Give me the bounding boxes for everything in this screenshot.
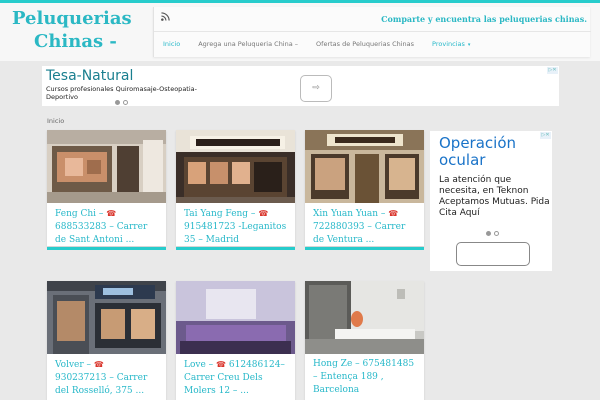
rss-icon[interactable] — [161, 12, 175, 26]
salon-title[interactable]: Xin Yuan Yuan – ☎ 722880393 – Carrer de … — [305, 203, 424, 247]
menu-item-inicio[interactable]: Inicio — [154, 32, 189, 57]
salon-name[interactable]: Love – — [184, 360, 213, 370]
menu-item-agrega[interactable]: Agrega una Peluqueria China – — [189, 32, 307, 57]
salon-photo[interactable] — [176, 130, 295, 203]
salon-name[interactable]: Hong Ze – — [313, 359, 360, 369]
salon-title[interactable]: Hong Ze – 675481485 – Entença 189 , Barc… — [305, 354, 424, 397]
salon-photo[interactable] — [47, 130, 166, 203]
main-menu: Inicio Agrega una Peluqueria China – Ofe… — [154, 32, 591, 57]
menu-item-provincias-label: Provincias — [432, 40, 465, 48]
salon-name[interactable]: Volver – — [55, 360, 91, 370]
breadcrumb[interactable]: Inicio — [47, 117, 64, 125]
phone-icon: ☎ — [388, 209, 399, 218]
phone-icon: ☎ — [216, 360, 227, 369]
nav-box: Comparte y encuentra las peluquerias chi… — [153, 7, 591, 57]
salon-card[interactable]: Love – ☎ 612486124– Carrer Creu Dels Mol… — [176, 281, 295, 400]
salon-details[interactable]: 915481723 -Leganitos 35 – Madrid — [184, 222, 286, 245]
salon-title[interactable]: Love – ☎ 612486124– Carrer Creu Dels Mol… — [176, 354, 295, 398]
card-accent-line — [176, 247, 295, 250]
phone-icon: ☎ — [93, 360, 104, 369]
salon-details[interactable]: 930237213 – Carrer del Rosselló, 375 ... — [55, 373, 147, 396]
ad-side-title[interactable]: Operación ocular — [439, 135, 551, 169]
salon-card[interactable]: Feng Chi – ☎ 688533283 – Carrer de Sant … — [47, 130, 166, 246]
phone-icon: ☎ — [106, 209, 117, 218]
ad-top-description: Cursos profesionales Quiromasaje-Osteopa… — [46, 85, 197, 101]
ad-top-arrow-button[interactable]: ⇨ — [300, 75, 332, 102]
card-accent-line — [305, 247, 424, 250]
salon-name[interactable]: Xin Yuan Yuan – — [313, 209, 385, 219]
salon-name[interactable]: Feng Chi – — [55, 209, 103, 219]
site-title[interactable]: Peluquerias Chinas - — [12, 7, 152, 53]
adchoices-icon[interactable]: ▷✕ — [547, 67, 558, 74]
site-tagline: Comparte y encuentra las peluquerias chi… — [381, 14, 587, 24]
salon-title[interactable]: Feng Chi – ☎ 688533283 – Carrer de Sant … — [47, 203, 166, 247]
ad-top-pager — [115, 100, 128, 105]
salon-card[interactable]: Hong Ze – 675481485 – Entença 189 , Barc… — [305, 281, 424, 400]
menu-item-provincias[interactable]: Provincias ▾ — [423, 32, 479, 57]
salon-photo[interactable] — [176, 281, 295, 354]
ad-side-button[interactable] — [456, 242, 530, 266]
ad-side-pager — [486, 231, 499, 236]
salon-photo[interactable] — [47, 281, 166, 354]
site-title-line1[interactable]: Peluquerias — [12, 7, 152, 30]
adchoices-icon[interactable]: ▷✕ — [540, 132, 551, 139]
site-header: Peluquerias Chinas - Comparte y encuentr… — [0, 3, 600, 61]
salon-card[interactable]: Volver – ☎ 930237213 – Carrer del Rossel… — [47, 281, 166, 400]
salon-title[interactable]: Volver – ☎ 930237213 – Carrer del Rossel… — [47, 354, 166, 398]
pager-dot[interactable] — [494, 231, 499, 236]
pager-dot[interactable] — [486, 231, 491, 236]
salon-photo[interactable] — [305, 130, 424, 203]
menu-item-ofertas[interactable]: Ofertas de Peluquerias Chinas — [307, 32, 423, 57]
ad-side-banner[interactable]: Operación ocular La atención que necesit… — [430, 131, 552, 271]
card-accent-line — [47, 247, 166, 250]
ad-banner-top[interactable]: Tesa-Natural Cursos profesionales Quirom… — [42, 66, 559, 106]
salon-details[interactable]: 722880393 – Carrer de Ventura ... — [313, 222, 405, 245]
salon-card[interactable]: Xin Yuan Yuan – ☎ 722880393 – Carrer de … — [305, 130, 424, 246]
phone-icon: ☎ — [258, 209, 269, 218]
salon-photo[interactable] — [305, 281, 424, 354]
pager-dot[interactable] — [115, 100, 120, 105]
salon-details[interactable]: 688533283 – Carrer de Sant Antoni ... — [55, 222, 147, 245]
salon-title[interactable]: Tai Yang Feng – ☎ 915481723 -Leganitos 3… — [176, 203, 295, 247]
salon-card[interactable]: Tai Yang Feng – ☎ 915481723 -Leganitos 3… — [176, 130, 295, 246]
ad-side-description: La atención que necesita, en Teknon Acep… — [439, 175, 550, 218]
salon-name[interactable]: Tai Yang Feng – — [184, 209, 255, 219]
pager-dot[interactable] — [123, 100, 128, 105]
chevron-down-icon: ▾ — [467, 42, 471, 48]
ad-top-title[interactable]: Tesa-Natural — [46, 68, 133, 84]
site-title-line2[interactable]: Chinas - — [12, 30, 152, 53]
